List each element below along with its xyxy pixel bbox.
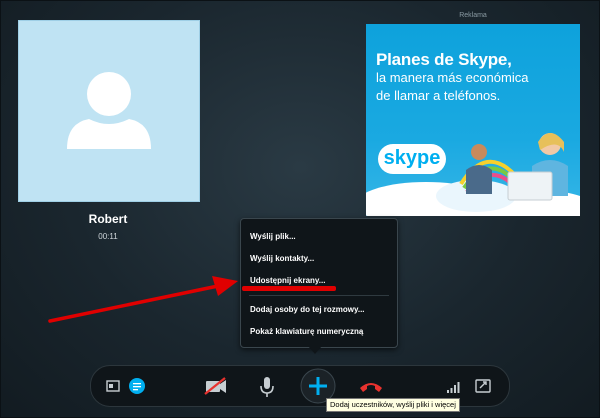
chat-icon: [129, 378, 145, 394]
menu-separator: [249, 295, 389, 296]
menu-item-show-dialpad[interactable]: Pokaż klawiaturę numeryczną: [250, 325, 390, 339]
highlight-underline: [242, 286, 336, 291]
microphone-icon: [260, 377, 274, 397]
ad-headline: Planes de Skype,: [376, 50, 512, 69]
fullscreen-icon: [475, 379, 491, 393]
window-icon: [106, 380, 120, 392]
contact-avatar: [18, 20, 200, 202]
ad-line-1: la manera más económica: [376, 70, 529, 85]
microphone-button[interactable]: [255, 366, 279, 406]
window-button[interactable]: [103, 366, 125, 406]
advertisement: Reklama Planes de Skype, la manera más e…: [366, 8, 580, 216]
menu-item-send-file[interactable]: Wyślij plik...: [250, 230, 390, 244]
caller-name: Robert: [88, 212, 128, 226]
add-more-tooltip: Dodaj uczestników, wyślij pliki i więcej: [326, 398, 460, 412]
video-off-icon: [204, 377, 226, 395]
ad-line-2: de llamar a teléfonos.: [376, 88, 501, 103]
menu-item-send-contacts[interactable]: Wyślij kontakty...: [250, 252, 390, 266]
ad-banner[interactable]: Planes de Skype, la manera más económica…: [366, 24, 580, 216]
skype-logo: skype: [378, 144, 446, 174]
menu-item-add-people[interactable]: Dodaj osoby do tej rozmowy...: [250, 303, 390, 317]
ad-header: Reklama: [459, 12, 487, 19]
menu-pointer: [308, 346, 322, 354]
default-avatar-icon: [67, 72, 151, 149]
call-actions-menu: Wyślij plik... Wyślij kontakty... Udostę…: [240, 218, 398, 348]
video-toggle-button[interactable]: [201, 366, 231, 406]
chat-button[interactable]: [125, 366, 149, 406]
call-duration: 00:11: [98, 232, 118, 241]
fullscreen-button[interactable]: [471, 366, 495, 406]
